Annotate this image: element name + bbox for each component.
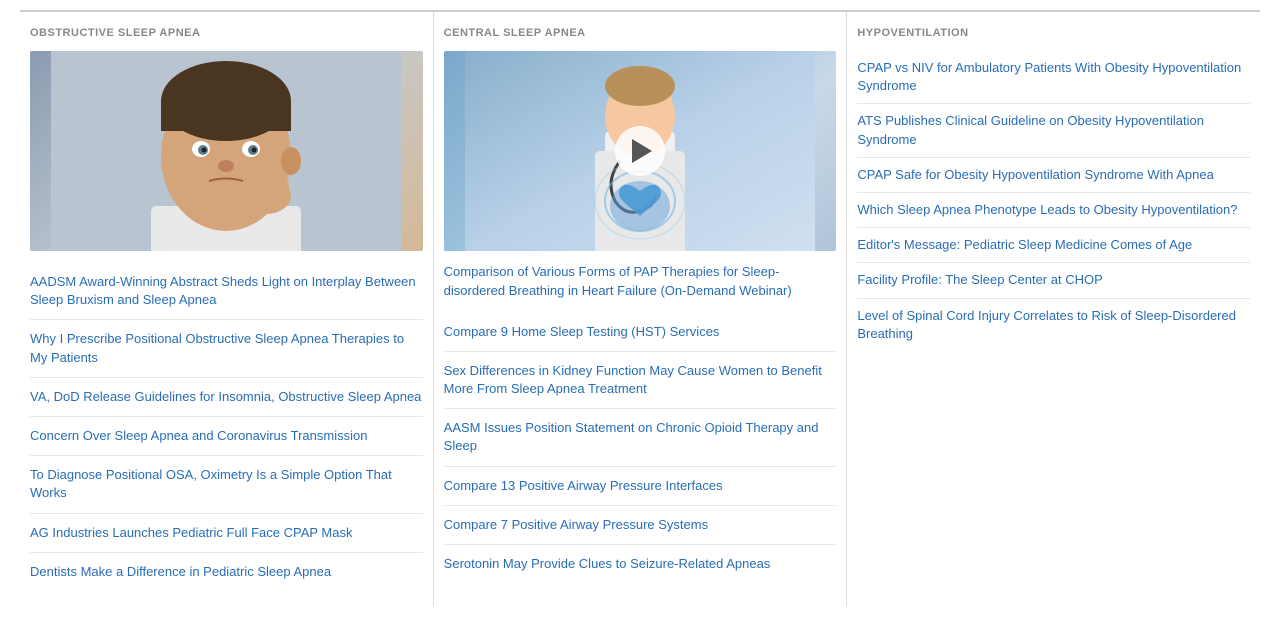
page-container: OBSTRUCTIVE SLEEP APNEA xyxy=(0,0,1280,616)
list-item: Which Sleep Apnea Phenotype Leads to Obe… xyxy=(857,193,1250,228)
central-article-list: Compare 9 Home Sleep Testing (HST) Servi… xyxy=(444,313,837,584)
article-link[interactable]: AASM Issues Position Statement on Chroni… xyxy=(444,419,837,455)
list-item: CPAP Safe for Obesity Hypoventilation Sy… xyxy=(857,158,1250,193)
list-item: Editor's Message: Pediatric Sleep Medici… xyxy=(857,228,1250,263)
article-link[interactable]: VA, DoD Release Guidelines for Insomnia,… xyxy=(30,388,423,406)
hypoventilation-article-list: CPAP vs NIV for Ambulatory Patients With… xyxy=(857,51,1250,351)
play-button[interactable] xyxy=(615,126,665,176)
person-image xyxy=(30,51,423,251)
list-item: ATS Publishes Clinical Guideline on Obes… xyxy=(857,104,1250,157)
list-item: Sex Differences in Kidney Function May C… xyxy=(444,352,837,409)
column-header-obstructive: OBSTRUCTIVE SLEEP APNEA xyxy=(30,27,423,39)
list-item: Why I Prescribe Positional Obstructive S… xyxy=(30,320,423,377)
play-triangle-icon xyxy=(632,139,652,163)
list-item: To Diagnose Positional OSA, Oximetry Is … xyxy=(30,456,423,513)
article-link[interactable]: Sex Differences in Kidney Function May C… xyxy=(444,362,837,398)
list-item: Facility Profile: The Sleep Center at CH… xyxy=(857,263,1250,298)
article-link[interactable]: Why I Prescribe Positional Obstructive S… xyxy=(30,330,423,366)
list-item: Compare 9 Home Sleep Testing (HST) Servi… xyxy=(444,313,837,352)
featured-image-central[interactable] xyxy=(444,51,837,251)
list-item: Dentists Make a Difference in Pediatric … xyxy=(30,553,423,591)
column-header-hypoventilation: HYPOVENTILATION xyxy=(857,27,1250,39)
video-thumbnail[interactable] xyxy=(444,51,837,251)
list-item: Concern Over Sleep Apnea and Coronavirus… xyxy=(30,417,423,456)
article-link[interactable]: Facility Profile: The Sleep Center at CH… xyxy=(857,271,1250,289)
article-link[interactable]: Editor's Message: Pediatric Sleep Medici… xyxy=(857,236,1250,254)
list-item: CPAP vs NIV for Ambulatory Patients With… xyxy=(857,51,1250,104)
article-link[interactable]: Level of Spinal Cord Injury Correlates t… xyxy=(857,307,1250,343)
list-item: AASM Issues Position Statement on Chroni… xyxy=(444,409,837,466)
list-item: AADSM Award-Winning Abstract Sheds Light… xyxy=(30,263,423,320)
article-link[interactable]: AADSM Award-Winning Abstract Sheds Light… xyxy=(30,273,423,309)
article-link[interactable]: CPAP vs NIV for Ambulatory Patients With… xyxy=(857,59,1250,95)
list-item: VA, DoD Release Guidelines for Insomnia,… xyxy=(30,378,423,417)
article-link[interactable]: Concern Over Sleep Apnea and Coronavirus… xyxy=(30,427,423,445)
column-header-central: CENTRAL SLEEP APNEA xyxy=(444,27,837,39)
featured-article-title[interactable]: Comparison of Various Forms of PAP Thera… xyxy=(444,263,837,301)
featured-image-obstructive xyxy=(30,51,423,251)
list-item: Level of Spinal Cord Injury Correlates t… xyxy=(857,299,1250,351)
article-link[interactable]: CPAP Safe for Obesity Hypoventilation Sy… xyxy=(857,166,1250,184)
list-item: Serotonin May Provide Clues to Seizure-R… xyxy=(444,545,837,583)
article-link[interactable]: Which Sleep Apnea Phenotype Leads to Obe… xyxy=(857,201,1250,219)
article-link[interactable]: AG Industries Launches Pediatric Full Fa… xyxy=(30,524,423,542)
column-obstructive: OBSTRUCTIVE SLEEP APNEA xyxy=(20,12,434,606)
article-link[interactable]: ATS Publishes Clinical Guideline on Obes… xyxy=(857,112,1250,148)
article-link[interactable]: Compare 9 Home Sleep Testing (HST) Servi… xyxy=(444,323,837,341)
article-link[interactable]: To Diagnose Positional OSA, Oximetry Is … xyxy=(30,466,423,502)
obstructive-article-list: AADSM Award-Winning Abstract Sheds Light… xyxy=(30,263,423,591)
column-hypoventilation: HYPOVENTILATION CPAP vs NIV for Ambulato… xyxy=(847,12,1260,606)
person-svg xyxy=(51,51,401,251)
article-link[interactable]: Dentists Make a Difference in Pediatric … xyxy=(30,563,423,581)
article-link[interactable]: Compare 7 Positive Airway Pressure Syste… xyxy=(444,516,837,534)
list-item: Compare 13 Positive Airway Pressure Inte… xyxy=(444,467,837,506)
column-central: CENTRAL SLEEP APNEA xyxy=(434,12,848,606)
article-link[interactable]: Compare 13 Positive Airway Pressure Inte… xyxy=(444,477,837,495)
list-item: AG Industries Launches Pediatric Full Fa… xyxy=(30,514,423,553)
columns-container: OBSTRUCTIVE SLEEP APNEA xyxy=(20,10,1260,606)
article-link[interactable]: Serotonin May Provide Clues to Seizure-R… xyxy=(444,555,837,573)
list-item: Compare 7 Positive Airway Pressure Syste… xyxy=(444,506,837,545)
